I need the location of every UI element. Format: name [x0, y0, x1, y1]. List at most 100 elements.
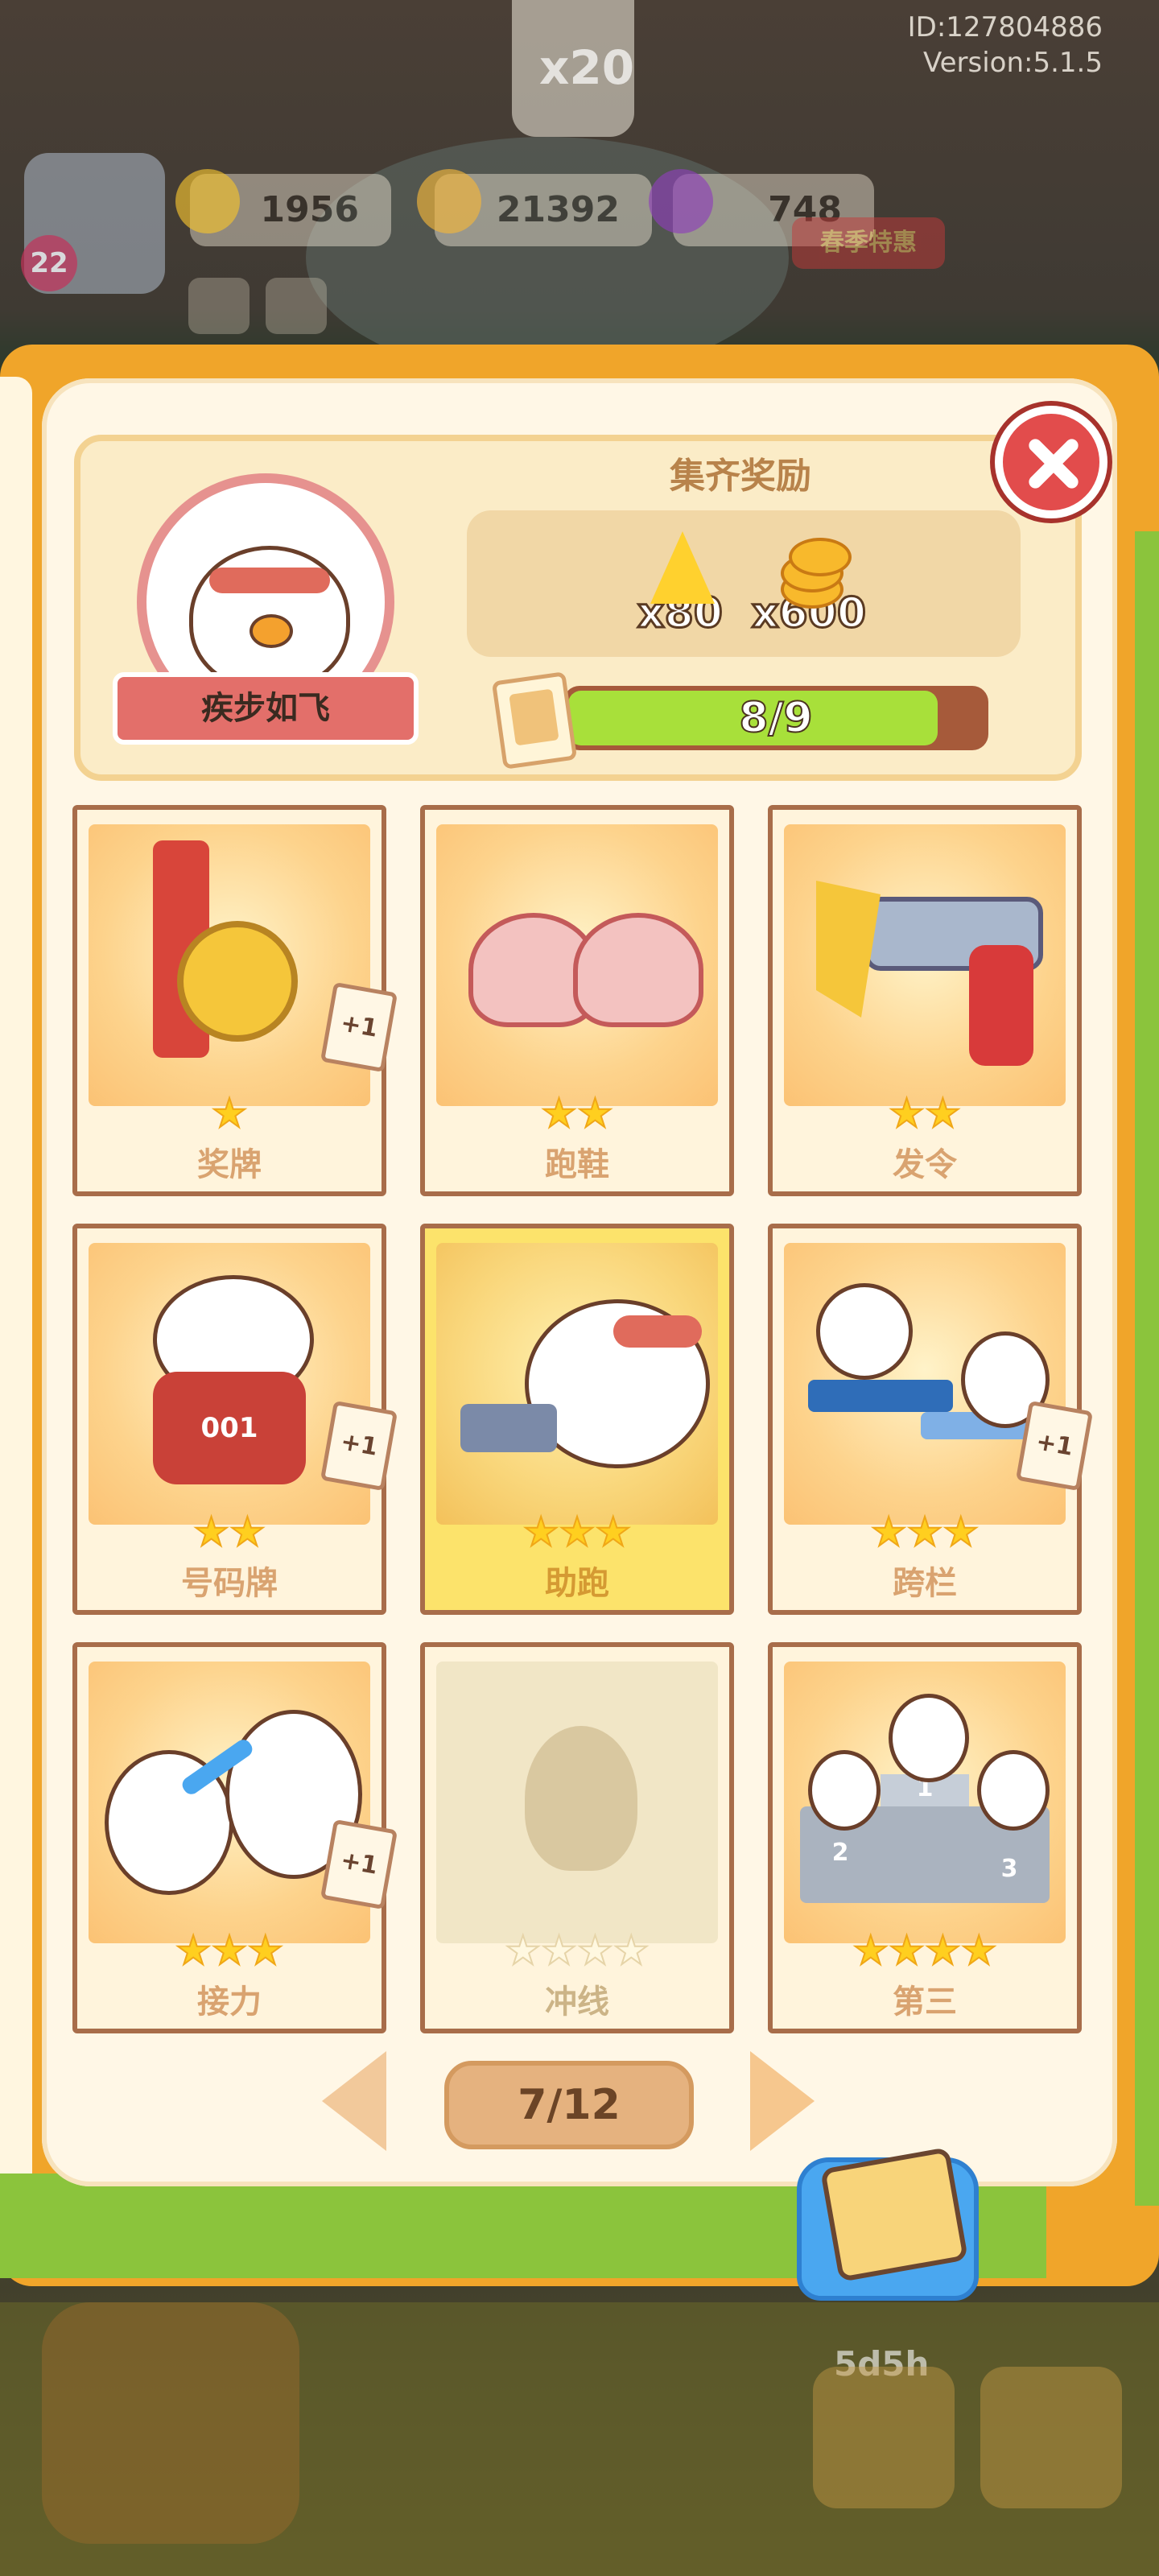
medal-icon: [89, 824, 370, 1106]
card-stars: ★★★★: [425, 1930, 729, 1971]
prev-page-button[interactable]: [322, 2051, 386, 2151]
star-icon: ★: [888, 1090, 926, 1137]
beak-icon: [250, 613, 293, 648]
set-name-ribbon: 疾步如飞: [113, 672, 419, 745]
settings-gear-icon[interactable]: [188, 278, 250, 334]
card-stars: ★★★: [773, 1509, 1077, 1555]
duplicate-plus-one-badge: +1: [320, 1818, 398, 1910]
star-icon: ★: [594, 1509, 632, 1555]
background-blob: [306, 137, 789, 378]
gem-icon: [649, 169, 713, 233]
collection-card[interactable]: ★★★★ 冲线: [420, 1642, 734, 2033]
star-empty-icon: ★: [540, 1927, 578, 1974]
star-icon: ★: [246, 1927, 284, 1974]
star-icon: ★: [522, 1509, 560, 1555]
star-icon: ★: [924, 1927, 962, 1974]
run-up-icon: [436, 1243, 718, 1525]
star-icon: ★: [540, 1090, 578, 1137]
collection-card[interactable]: ★★★ 助跑: [420, 1224, 734, 1615]
star-icon: ★: [906, 1509, 944, 1555]
level-badge: 22: [21, 235, 77, 291]
star-icon: ★: [559, 1509, 596, 1555]
card-stars: ★: [77, 1092, 382, 1134]
collection-card[interactable]: ★★ 跑鞋: [420, 805, 734, 1196]
podium-icon: 123: [784, 1662, 1066, 1943]
card-name: 发令: [893, 1146, 957, 1183]
coin-stack-icon: [765, 531, 853, 609]
coin-icon: [417, 169, 481, 233]
hurdles-icon: [784, 1243, 1066, 1525]
envelope-icon: [819, 2147, 969, 2282]
star-icon: ★: [576, 1090, 614, 1137]
collection-card[interactable]: 1 2 3 ★★★★ 第三: [768, 1642, 1082, 2033]
star-empty-icon: ★: [576, 1927, 614, 1974]
relay-baton-icon: [89, 1662, 370, 1943]
event-slot[interactable]: [813, 2367, 955, 2508]
star-icon: ★: [229, 1509, 266, 1555]
duplicate-plus-one-badge: +1: [320, 1400, 398, 1492]
star-icon: ★: [924, 1090, 962, 1137]
star-icon: ★: [942, 1509, 980, 1555]
reward-coins: x600: [740, 531, 877, 639]
next-page-button[interactable]: [750, 2051, 815, 2151]
build-info: ID:127804886 Version:5.1.5: [908, 10, 1103, 80]
card-name: 第三: [893, 1984, 957, 2021]
star-icon: ★: [175, 1927, 212, 1974]
collection-card[interactable]: ★ 奖牌 +1: [72, 805, 398, 1196]
lightning-icon: [636, 531, 724, 604]
star-icon: ★: [870, 1509, 908, 1555]
card-name: 跨栏: [893, 1565, 957, 1602]
card-stars: ★★: [77, 1509, 382, 1555]
star-icon: ★: [888, 1927, 926, 1974]
album-left-page-edge: [0, 377, 32, 2209]
card-name: 接力: [197, 1984, 262, 2021]
collection-card[interactable]: 001 ★★ 号码牌 +1: [72, 1224, 398, 1615]
locked-card-silhouette: [525, 1726, 637, 1871]
star-icon: ★: [192, 1509, 230, 1555]
card-name: 跑鞋: [545, 1146, 609, 1183]
race-bib-icon: 001: [89, 1243, 370, 1525]
duplicate-plus-one-badge: +1: [320, 981, 398, 1073]
star-empty-icon: ★: [612, 1927, 650, 1974]
card-stars: ★★: [425, 1092, 729, 1134]
headband-icon: [209, 567, 330, 593]
card-name: 冲线: [545, 1984, 609, 2021]
podium-second-label: 2: [831, 1839, 849, 1867]
card-stars: ★★★: [425, 1509, 729, 1555]
collection-card[interactable]: ★★★ 接力 +1: [72, 1642, 398, 2033]
card-stars: ★★★★: [773, 1930, 1077, 1971]
star-empty-icon: ★: [504, 1927, 542, 1974]
spring-sale-badge[interactable]: 春季特惠: [792, 217, 945, 269]
reward-energy: x80: [620, 531, 740, 639]
lightning-icon: [175, 169, 240, 233]
player-id: ID:127804886: [907, 11, 1103, 43]
version-label: Version:5.1.5: [923, 47, 1103, 79]
star-icon: ★: [211, 1927, 249, 1974]
speech-multiplier: x20: [539, 40, 635, 95]
card-name: 奖牌: [197, 1146, 262, 1183]
duck-runner-icon: [189, 545, 350, 691]
podium-third-label: 3: [1000, 1855, 1018, 1883]
collection-card[interactable]: ★★★ 跨栏 +1: [768, 1224, 1094, 1615]
star-icon: ★: [960, 1927, 998, 1974]
starting-pistol-icon: [784, 824, 1066, 1106]
duplicate-plus-one-badge: +1: [1015, 1400, 1094, 1492]
mail-icon[interactable]: [266, 278, 327, 334]
reward-title: 集齐奖励: [670, 456, 811, 497]
progress-text: 8/9: [738, 693, 813, 743]
card-name: 号码牌: [181, 1565, 278, 1602]
card-name: 助跑: [545, 1565, 609, 1602]
album-right-edge: [1135, 531, 1159, 2206]
bib-number: 001: [153, 1372, 306, 1484]
friends-slot[interactable]: [980, 2367, 1122, 2508]
finish-line-icon: [436, 1662, 718, 1943]
collection-card[interactable]: ★★ 发令: [768, 805, 1082, 1196]
star-icon: ★: [852, 1927, 889, 1974]
close-button[interactable]: [995, 406, 1107, 518]
energy-shortcut-icon[interactable]: [42, 2302, 299, 2544]
card-stars: ★★: [773, 1092, 1077, 1134]
page-indicator: 7/12: [444, 2061, 694, 2149]
card-stars: ★★★: [77, 1930, 382, 1971]
running-shoes-icon: [436, 824, 718, 1106]
star-icon: ★: [211, 1090, 249, 1137]
